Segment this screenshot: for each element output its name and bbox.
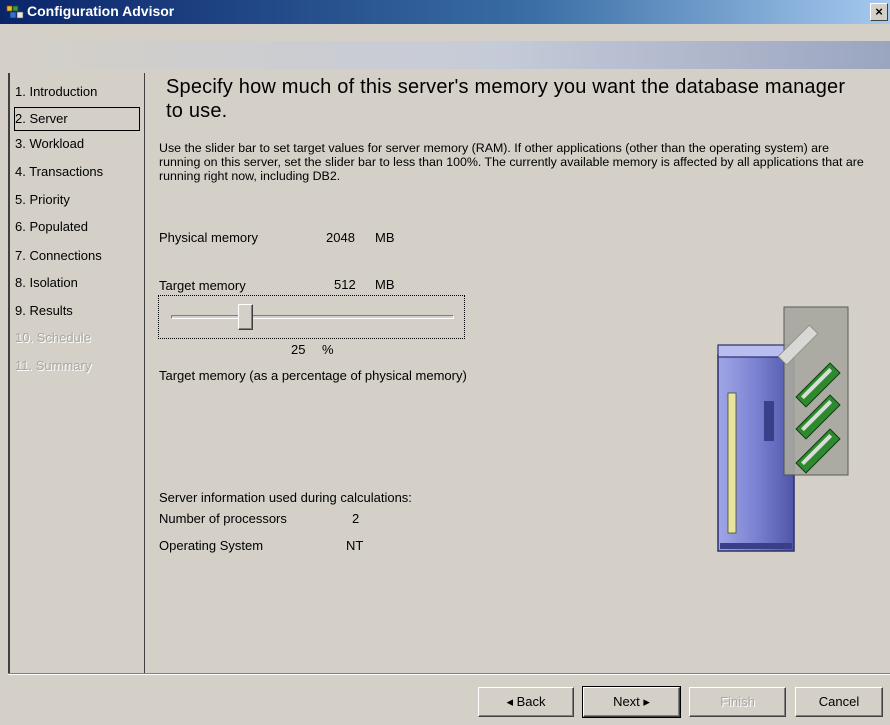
- slider-caption: Target memory (as a percentage of physic…: [159, 368, 467, 383]
- nav-item-summary: 11. Summary: [15, 358, 92, 373]
- close-icon: ×: [875, 4, 883, 19]
- physical-memory-unit: MB: [375, 230, 395, 245]
- nav-item-introduction[interactable]: 1. Introduction: [15, 81, 141, 105]
- nav-item-transactions[interactable]: 4. Transactions: [15, 161, 141, 185]
- nav-item-priority[interactable]: 5. Priority: [15, 189, 141, 213]
- processors-value: 2: [352, 511, 360, 526]
- cancel-button[interactable]: Cancel: [795, 687, 883, 717]
- nav-item-connections[interactable]: 7. Connections: [15, 245, 141, 269]
- slider-track[interactable]: [171, 315, 454, 319]
- main-panel: Specify how much of this server's memory…: [146, 73, 890, 673]
- page-heading: Specify how much of this server's memory…: [166, 76, 846, 122]
- title-bar[interactable]: Configuration Advisor ×: [0, 0, 890, 24]
- nav-item-server[interactable]: 2. Server: [14, 107, 140, 131]
- slider-percent-unit: %: [322, 342, 334, 357]
- back-button[interactable]: ◂ Back: [478, 687, 574, 717]
- server-info-header: Server information used during calculati…: [159, 490, 412, 505]
- nav-item-populated[interactable]: 6. Populated: [15, 216, 141, 240]
- footer-divider: [8, 673, 890, 675]
- window-title: Configuration Advisor: [27, 3, 175, 19]
- operating-system-label: Operating System: [159, 538, 264, 553]
- target-memory-label: Target memory: [159, 278, 246, 293]
- target-memory-value: 512: [334, 277, 356, 292]
- slider-percent-value: 25: [291, 342, 306, 357]
- physical-memory-value: 2048: [326, 230, 355, 245]
- target-memory-slider[interactable]: [158, 295, 465, 339]
- finish-button: Finish: [689, 687, 786, 717]
- server-memory-illustration: [717, 306, 849, 552]
- physical-memory-label: Physical memory: [159, 230, 258, 245]
- operating-system-value: NT: [346, 538, 364, 553]
- page-description: Use the slider bar to set target values …: [159, 141, 864, 183]
- slider-thumb[interactable]: [238, 304, 253, 330]
- next-button[interactable]: Next ▸: [582, 686, 681, 718]
- nav-item-isolation[interactable]: 8. Isolation: [15, 272, 141, 296]
- processors-label: Number of processors: [159, 511, 287, 526]
- target-memory-unit: MB: [375, 277, 395, 292]
- close-button[interactable]: ×: [870, 3, 888, 21]
- nav-item-workload[interactable]: 3. Workload: [15, 133, 141, 157]
- nav-item-results[interactable]: 9. Results: [15, 300, 141, 324]
- app-icon: [6, 5, 24, 19]
- nav-item-schedule: 10. Schedule: [15, 330, 91, 345]
- banner: [10, 41, 890, 69]
- wizard-navigation: 1. Introduction 2. Server 3. Workload 4.…: [8, 73, 145, 673]
- configuration-advisor-window: Configuration Advisor × 1. Introduction …: [0, 0, 890, 725]
